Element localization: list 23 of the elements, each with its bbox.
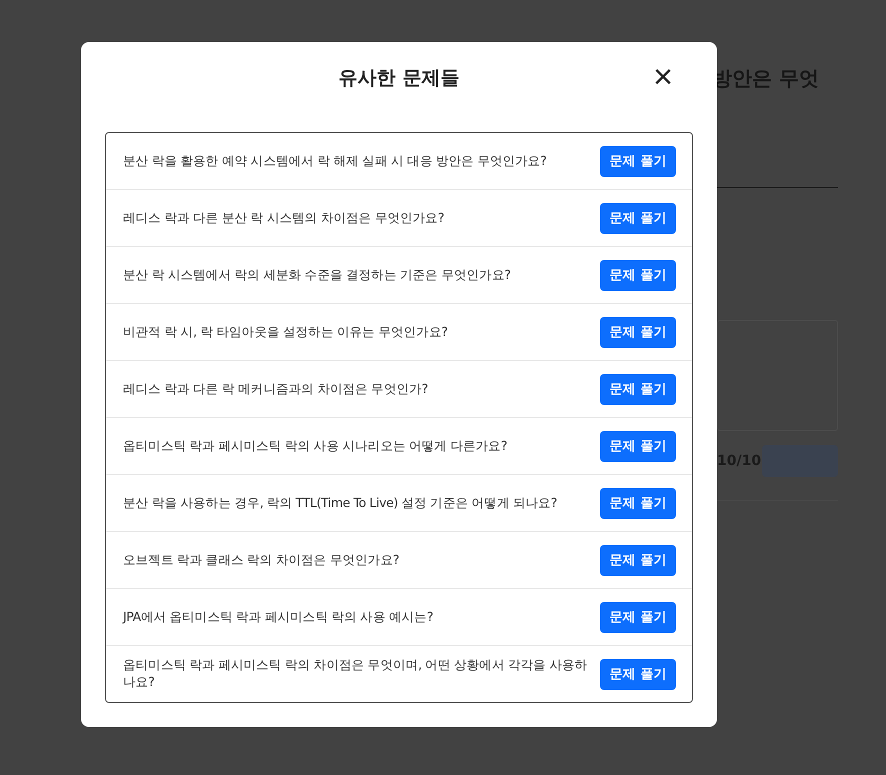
modal-title: 유사한 문제들 — [338, 66, 460, 91]
solve-button[interactable]: 문제 풀기 — [600, 146, 676, 176]
question-text: 오브젝트 락과 클래스 락의 차이점은 무엇인가요? — [123, 552, 400, 568]
question-text: 레디스 락과 다른 분산 락 시스템의 차이점은 무엇인가요? — [123, 210, 446, 226]
question-text: 분산 락을 사용하는 경우, 락의 TTL(Time To Live) 설정 기준은 어떻게 되나요? — [123, 494, 558, 512]
solve-button[interactable]: 문제 풀기 — [600, 488, 676, 518]
solve-button[interactable]: 문제 풀기 — [600, 602, 676, 632]
solve-button[interactable]: 문제 풀기 — [600, 202, 676, 234]
question-text: 분산 락 시스템에서 락의 세분화 수준을 결정하는 기준은 무엇인가요? — [123, 266, 512, 284]
question-text: 비관적 락 시, 락 타임아웃을 설정하는 이유는 무엇인가요? — [123, 324, 449, 340]
question-text: 옵티미스틱 락과 페시미스틱 락의 차이점은 무엇이며, 어떤 상황에서 각각을 사용하나요? — [123, 657, 588, 691]
close-button[interactable]: × — [651, 62, 675, 92]
question-text: 옵티미스틱 락과 페시미스틱 락의 사용 시나리오는 어떻게 다른가요? — [123, 438, 508, 454]
solve-button[interactable]: 문제 풀기 — [600, 544, 676, 576]
solve-button[interactable]: 문제 풀기 — [600, 658, 676, 690]
solve-button[interactable]: 문제 풀기 — [600, 430, 676, 462]
answer-field[interactable] — [717, 320, 838, 431]
solve-button[interactable]: 문제 풀기 — [600, 374, 676, 404]
question-text: JPA에서 옵티미스틱 락과 페시미스틱 락의 사용 예시는? — [123, 608, 434, 626]
question-text: 레디스 락과 다른 락 메커니즘과의 차이점은 무엇인가? — [123, 380, 429, 398]
question-text: 분산 락을 활용한 예약 시스템에서 락 해제 실패 시 대응 방안은 무엇인가요? — [123, 152, 548, 170]
solve-button[interactable]: 문제 풀기 — [600, 260, 676, 290]
solve-button[interactable]: 문제 풀기 — [600, 316, 676, 348]
